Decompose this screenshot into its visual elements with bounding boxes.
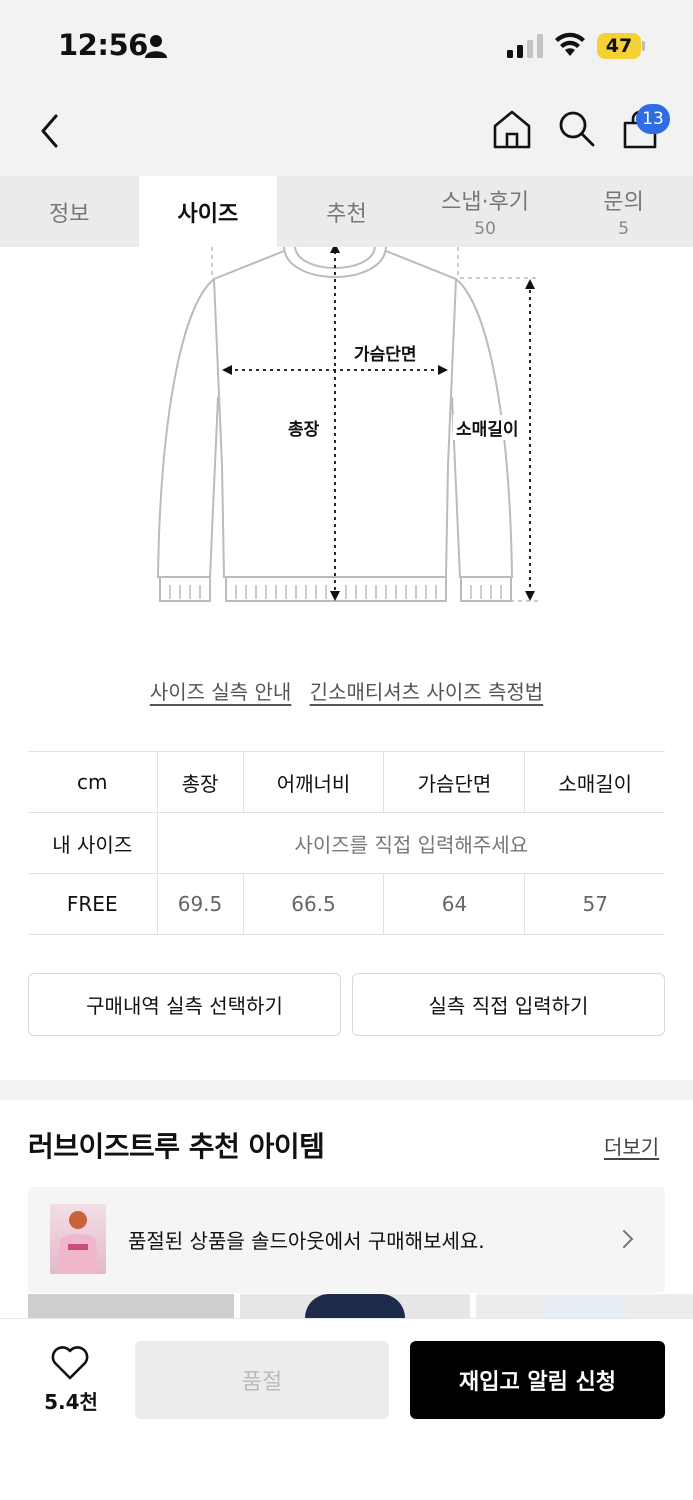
sweatshirt-illustration: [156, 243, 540, 602]
col-header-shoulder: 어깨너비: [243, 751, 385, 813]
home-icon[interactable]: [492, 108, 532, 150]
size-guide-links: 사이즈 실측 안내 긴소매티셔츠 사이즈 측정법: [0, 676, 693, 705]
person-icon: [145, 35, 167, 58]
size-value-chest: 64: [383, 873, 526, 935]
restock-alert-button[interactable]: 재입고 알림 신청: [410, 1341, 665, 1419]
product-tabs: 정보 사이즈 추천 스냅·후기 50 문의 5: [0, 176, 693, 247]
actual-size-guide-link[interactable]: 사이즈 실측 안내: [150, 680, 292, 704]
tab-inquiry-label: 문의: [603, 190, 644, 215]
recommend-item-thumbnail[interactable]: [476, 1294, 693, 1318]
col-header-length: 총장: [157, 751, 244, 813]
recommend-item-thumbnail[interactable]: [240, 1294, 470, 1318]
status-time: 12:56: [58, 28, 148, 62]
heart-icon[interactable]: [50, 1345, 90, 1381]
soldout-banner[interactable]: 품절된 상품을 솔드아웃에서 구매해보세요.: [28, 1187, 665, 1293]
my-size-row[interactable]: 내 사이즈 사이즈를 직접 입력해주세요: [28, 812, 665, 874]
select-purchase-history-button[interactable]: 구매내역 실측 선택하기: [28, 973, 341, 1036]
battery-indicator: 47: [597, 33, 645, 59]
size-diagram: 가슴단면 총장 소매길이: [0, 243, 693, 627]
my-size-label: 내 사이즈: [28, 812, 158, 874]
cart-count-badge: 13: [636, 104, 670, 134]
recommend-section-title: 러브이즈트루 추천 아이템: [28, 1130, 325, 1163]
like-count: 5.4천: [44, 1390, 98, 1414]
tab-recommend-label: 추천: [326, 201, 367, 227]
tab-snap-review-label: 스냅·후기: [441, 190, 530, 215]
status-bar: 12:56 47: [0, 0, 693, 90]
tab-size-label: 사이즈: [177, 201, 239, 227]
tab-inquiry[interactable]: 문의 5: [554, 176, 693, 247]
section-divider: [0, 1080, 693, 1100]
view-more-link[interactable]: 더보기: [604, 1131, 659, 1160]
search-icon[interactable]: [556, 108, 596, 150]
size-value-sleeve: 57: [524, 873, 665, 935]
measure-method-link[interactable]: 긴소매티셔츠 사이즈 측정법: [310, 680, 544, 704]
wifi-icon: [555, 32, 585, 56]
sleeve-length-label: 소매길이: [453, 415, 522, 440]
banner-text: 품절된 상품을 솔드아웃에서 구매해보세요.: [128, 1229, 485, 1253]
unit-header: cm: [28, 751, 158, 813]
size-table-header-row: cm 총장 어깨너비 가슴단면 소매길이: [28, 751, 665, 813]
tab-snap-review[interactable]: 스냅·후기 50: [416, 176, 555, 247]
tab-snap-review-count: 50: [474, 219, 496, 239]
tab-inquiry-count: 5: [618, 219, 630, 239]
sold-out-button: 품절: [135, 1341, 389, 1419]
size-name: FREE: [28, 873, 158, 935]
col-header-sleeve: 소매길이: [524, 751, 665, 813]
my-size-input-prompt[interactable]: 사이즈를 직접 입력해주세요: [157, 812, 665, 874]
top-header: 13: [0, 90, 693, 176]
total-length-label: 총장: [285, 415, 323, 440]
banner-product-thumbnail: [50, 1204, 106, 1274]
battery-level: 47: [597, 33, 641, 59]
col-header-chest: 가슴단면: [383, 751, 526, 813]
tab-recommend[interactable]: 추천: [277, 176, 416, 247]
chevron-right-icon: [623, 1230, 634, 1248]
recommend-items-strip: [28, 1294, 693, 1318]
recommend-item-thumbnail[interactable]: [28, 1294, 234, 1318]
size-table: cm 총장 어깨너비 가슴단면 소매길이 내 사이즈 사이즈를 직접 입력해주세…: [28, 751, 665, 935]
size-value-length: 69.5: [157, 873, 244, 935]
tab-info[interactable]: 정보: [0, 176, 139, 247]
battery-nub: [642, 41, 645, 51]
size-value-shoulder: 66.5: [243, 873, 385, 935]
back-arrow-icon[interactable]: [36, 112, 64, 150]
bottom-purchase-bar: 5.4천 품절 재입고 알림 신청: [0, 1318, 693, 1500]
tab-info-label: 정보: [49, 201, 90, 227]
table-row: FREE 69.5 66.5 64 57: [28, 873, 665, 935]
chest-width-label: 가슴단면: [351, 340, 420, 365]
signal-icon: [507, 34, 543, 58]
tab-size[interactable]: 사이즈: [138, 176, 278, 247]
direct-input-button[interactable]: 실측 직접 입력하기: [352, 973, 665, 1036]
